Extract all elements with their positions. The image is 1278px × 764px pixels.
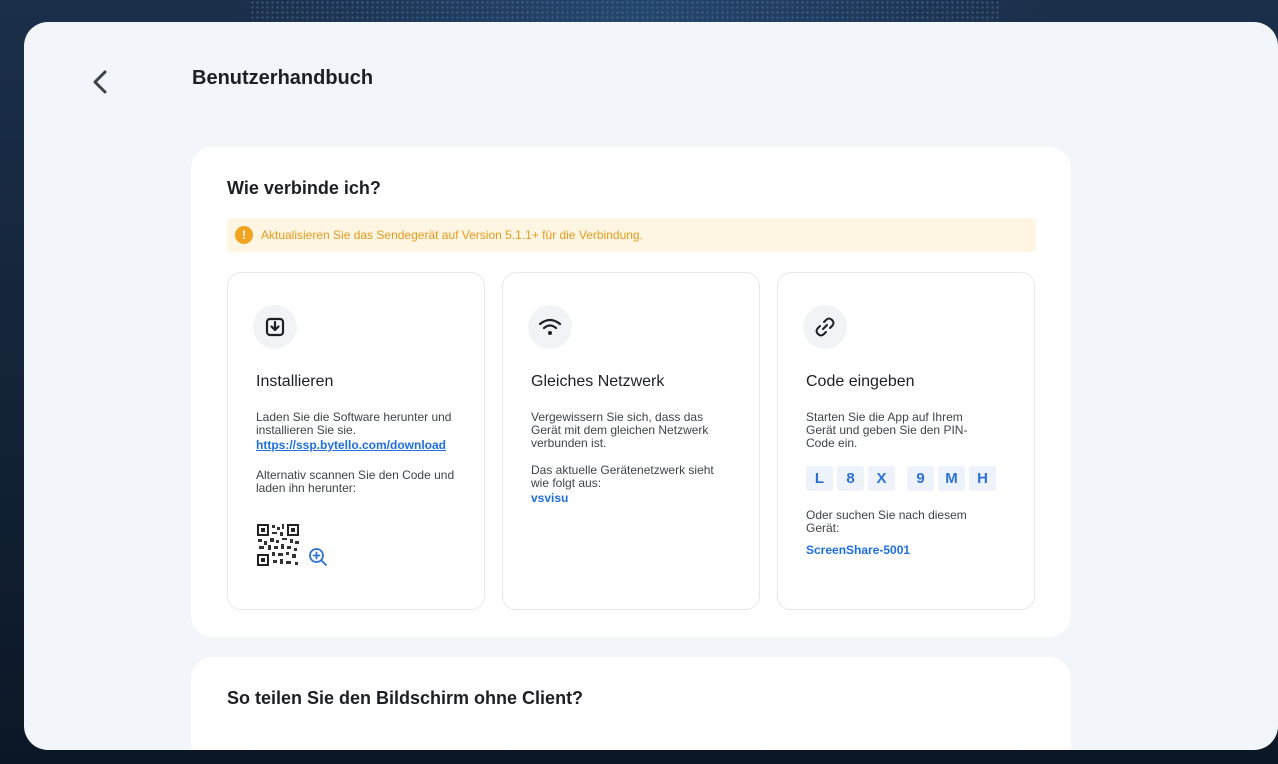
link-icon (803, 305, 847, 349)
pin-char: M (938, 466, 965, 491)
step-code: Code eingeben Starten Sie die App auf Ih… (777, 272, 1035, 610)
version-notice: ! Aktualisieren Sie das Sendegerät auf V… (227, 218, 1036, 252)
no-client-card: So teilen Sie den Bildschirm ohne Client… (191, 657, 1071, 750)
device-name: ScreenShare-5001 (806, 543, 911, 557)
warning-icon: ! (235, 226, 253, 244)
step-code-heading: Code eingeben (806, 373, 915, 390)
background-pattern (250, 0, 1000, 24)
manual-panel: Benutzerhandbuch Wie verbinde ich? ! Akt… (24, 22, 1278, 750)
network-name: vsvisu (531, 491, 569, 505)
download-link[interactable]: https://ssp.bytello.com/download (256, 438, 446, 452)
step-code-text: Starten Sie die App auf Ihrem Gerät und … (806, 410, 968, 450)
step-install: Installieren Laden Sie die Software heru… (227, 272, 485, 610)
pin-code: L 8 X 9 M H (806, 466, 996, 491)
step-install-text: Laden Sie die Software herunter und inst… (256, 410, 452, 437)
pin-char: 9 (907, 466, 934, 491)
no-client-card-title: So teilen Sie den Bildschirm ohne Client… (227, 688, 584, 708)
step-install-heading: Installieren (256, 373, 334, 390)
version-notice-text: Aktualisieren Sie das Sendegerät auf Ver… (261, 228, 643, 242)
pin-char: L (806, 466, 833, 491)
chevron-left-icon (93, 70, 107, 94)
step-network: Gleiches Netzwerk Vergewissern Sie sich,… (502, 272, 760, 610)
step-network-heading: Gleiches Netzwerk (531, 373, 665, 390)
step-network-text: Vergewissern Sie sich, dass das Gerät mi… (531, 410, 709, 450)
qr-code (256, 523, 300, 567)
connect-card: Wie verbinde ich? ! Aktualisieren Sie da… (191, 147, 1071, 637)
pin-char: H (969, 466, 996, 491)
step-network-current-text: Das aktuelle Gerätenetzwerk sieht wie fo… (531, 463, 714, 490)
step-code-search-text: Oder suchen Sie nach diesem Gerät: (806, 508, 967, 535)
zoom-in-icon[interactable] (308, 547, 328, 572)
pin-char: X (868, 466, 895, 491)
connect-card-title: Wie verbinde ich? (227, 178, 381, 198)
pin-char: 8 (837, 466, 864, 491)
step-install-alt-text: Alternativ scannen Sie den Code und lade… (256, 468, 455, 495)
download-icon (253, 305, 297, 349)
wifi-icon (528, 305, 572, 349)
page-title: Benutzerhandbuch (192, 67, 374, 89)
back-button[interactable] (80, 62, 120, 102)
